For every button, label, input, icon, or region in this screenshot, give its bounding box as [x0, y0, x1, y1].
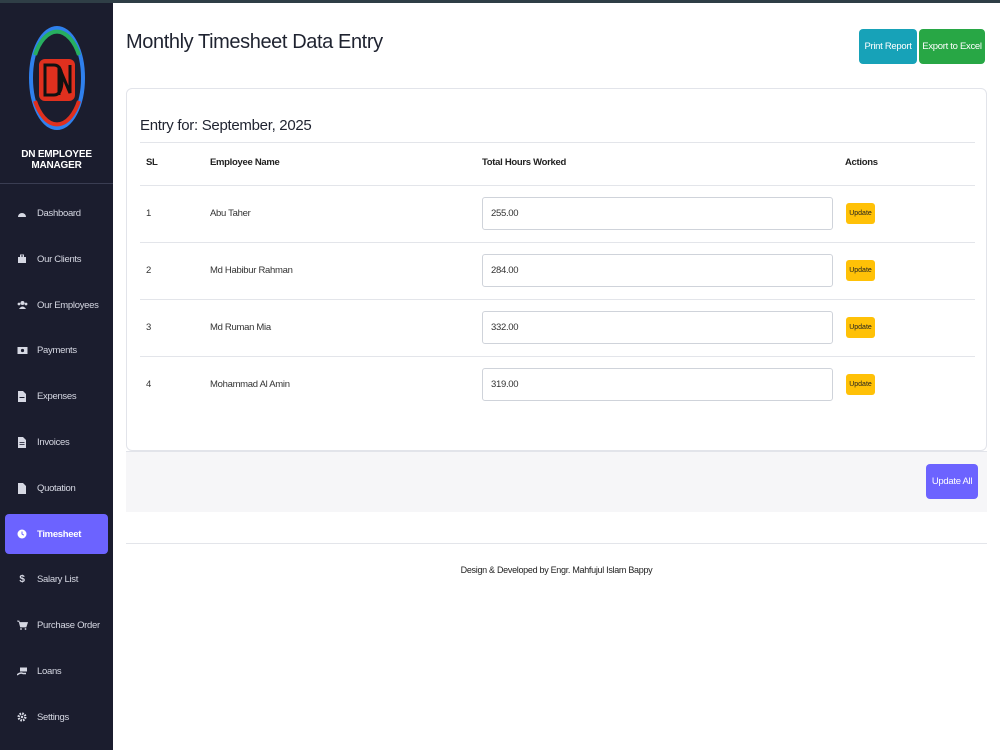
column-header-employee-name: Employee Name	[210, 157, 280, 168]
sidebar-item-our-employees[interactable]: Our Employees	[5, 285, 108, 325]
sidebar-item-dashboard[interactable]: Dashboard	[5, 193, 108, 233]
sidebar: DN EMPLOYEE MANAGER Dashboard Our Client…	[0, 3, 113, 750]
dashboard-icon	[16, 207, 28, 219]
sidebar-item-our-clients[interactable]: Our Clients	[5, 239, 108, 279]
column-header-sl: SL	[146, 157, 158, 168]
timesheet-card: Entry for: September, 2025 SL Employee N…	[126, 88, 987, 451]
page-title: Monthly Timesheet Data Entry	[126, 31, 383, 53]
row-sl: 4	[146, 379, 151, 390]
row-employee-name: Md Ruman Mia	[210, 322, 271, 333]
sidebar-item-label: Salary List	[37, 573, 79, 585]
column-header-total-hours: Total Hours Worked	[482, 157, 566, 168]
footer-credit: Design & Developed by Engr. Mahfujul Isl…	[460, 565, 653, 575]
clock-icon	[16, 528, 28, 540]
sidebar-item-payments[interactable]: Payments	[5, 330, 108, 370]
card-footer	[126, 451, 987, 512]
gear-icon	[16, 711, 28, 723]
users-icon	[16, 299, 28, 311]
update-button[interactable]: Update	[846, 317, 875, 338]
sidebar-item-label: Our Clients	[37, 253, 82, 265]
hours-input[interactable]	[482, 254, 833, 287]
row-sl: 2	[146, 265, 151, 276]
app-logo	[29, 25, 85, 131]
sidebar-item-label: Our Employees	[37, 299, 99, 311]
sidebar-item-loans[interactable]: Loans	[5, 651, 108, 691]
sidebar-item-purchase-order[interactable]: Purchase Order	[5, 605, 108, 645]
sidebar-item-salary-list[interactable]: $ Salary List	[5, 559, 108, 599]
briefcase-icon	[16, 253, 28, 265]
file-icon	[16, 436, 28, 448]
update-button[interactable]: Update	[846, 203, 875, 224]
sidebar-item-label: Payments	[37, 344, 77, 356]
sidebar-item-invoices[interactable]: Invoices	[5, 422, 108, 462]
sidebar-divider	[0, 183, 113, 184]
sidebar-item-label: Invoices	[37, 436, 70, 448]
hours-input[interactable]	[482, 368, 833, 401]
sidebar-item-settings[interactable]: Settings	[5, 697, 108, 737]
top-border	[0, 0, 1000, 3]
footer-divider	[126, 543, 987, 544]
table-divider	[140, 185, 975, 186]
brand-name: DN EMPLOYEE MANAGER	[21, 149, 92, 171]
sidebar-item-label: Quotation	[37, 482, 76, 494]
update-button[interactable]: Update	[846, 260, 875, 281]
sidebar-item-label: Expenses	[37, 390, 77, 402]
column-header-actions: Actions	[845, 157, 878, 168]
update-all-button[interactable]: Update All	[926, 464, 978, 499]
sidebar-item-label: Loans	[37, 665, 62, 677]
sidebar-item-quotation[interactable]: Quotation	[5, 468, 108, 508]
print-report-button[interactable]: Print Report	[859, 29, 917, 64]
update-button[interactable]: Update	[846, 374, 875, 395]
sidebar-item-label: Settings	[37, 711, 69, 723]
money-icon	[16, 344, 28, 356]
hours-input[interactable]	[482, 197, 833, 230]
entry-period-title: Entry for: September, 2025	[140, 117, 312, 134]
dollar-icon: $	[19, 573, 25, 585]
sidebar-item-label: Purchase Order	[37, 619, 100, 631]
file-alt-icon	[16, 482, 28, 494]
table-divider	[140, 299, 975, 300]
file-invoice-icon	[16, 390, 28, 402]
row-employee-name: Abu Taher	[210, 208, 251, 219]
table-divider	[140, 356, 975, 357]
row-employee-name: Mohammad Al Amin	[210, 379, 290, 390]
row-sl: 1	[146, 208, 151, 219]
table-divider	[140, 142, 975, 143]
sidebar-item-label: Dashboard	[37, 207, 81, 219]
hand-money-icon	[16, 665, 28, 677]
row-sl: 3	[146, 322, 151, 333]
table-divider	[140, 242, 975, 243]
hours-input[interactable]	[482, 311, 833, 344]
sidebar-item-timesheet[interactable]: Timesheet	[5, 514, 108, 554]
sidebar-item-label: Timesheet	[37, 528, 82, 540]
export-to-excel-button[interactable]: Export to Excel	[919, 29, 985, 64]
sidebar-item-expenses[interactable]: Expenses	[5, 376, 108, 416]
cart-icon	[16, 619, 28, 631]
row-employee-name: Md Habibur Rahman	[210, 265, 293, 276]
